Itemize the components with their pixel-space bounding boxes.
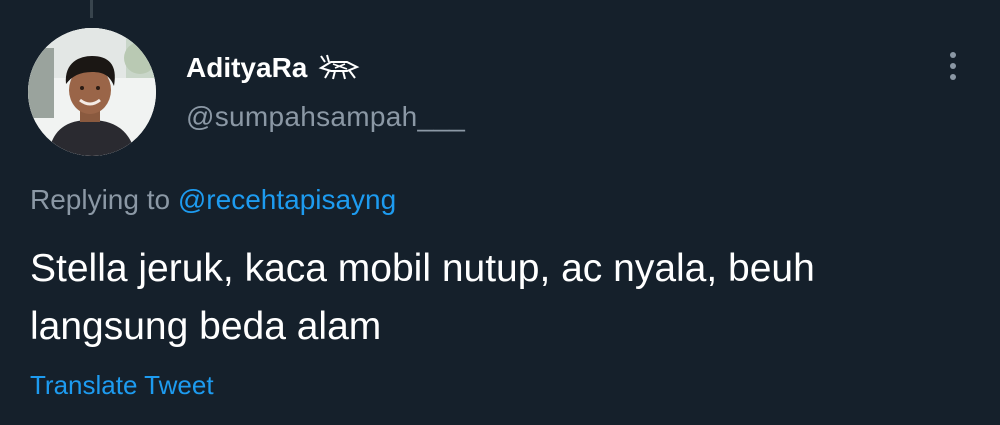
more-options-button[interactable] (938, 46, 968, 86)
replying-to-line: Replying to @recehtapisayng (30, 184, 396, 216)
tweet-text: Stella jeruk, kaca mobil nutup, ac nyala… (30, 247, 815, 348)
author-name-row[interactable]: AdityaRa (186, 52, 361, 84)
more-vertical-icon (950, 52, 956, 58)
more-vertical-icon (950, 74, 956, 80)
more-vertical-icon (950, 63, 956, 69)
cricket-emoji-icon (317, 54, 361, 82)
thread-connector-line (90, 0, 93, 18)
replying-to-label: Replying to (30, 184, 178, 215)
user-handle[interactable]: @sumpahsampah___ (186, 101, 465, 133)
avatar[interactable] (28, 28, 156, 156)
replying-to-mention-link[interactable]: @recehtapisayng (178, 184, 396, 215)
translate-tweet-link[interactable]: Translate Tweet (30, 370, 214, 401)
display-name[interactable]: AdityaRa (186, 52, 307, 84)
